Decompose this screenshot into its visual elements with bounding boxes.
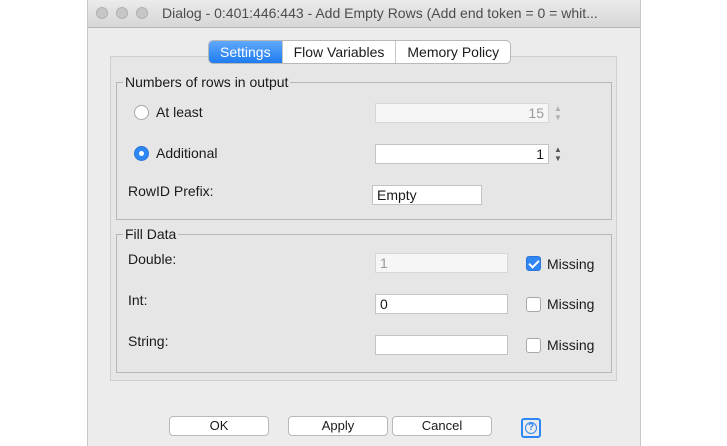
double-missing-checkbox[interactable]: [526, 256, 541, 271]
int-input[interactable]: 0: [375, 294, 508, 314]
minimize-window-button[interactable]: [116, 7, 128, 19]
at-least-input[interactable]: 15: [375, 103, 549, 123]
tab-memory-policy[interactable]: Memory Policy: [395, 41, 510, 63]
help-icon-glyph: ?: [527, 422, 535, 433]
apply-button[interactable]: Apply: [288, 416, 388, 436]
ok-button[interactable]: OK: [169, 416, 269, 436]
spinner-arrows-icon[interactable]: ▲ ▼: [553, 145, 563, 163]
at-least-radio[interactable]: [134, 105, 149, 120]
fill-data-group-title: Fill Data: [125, 226, 177, 242]
int-label: Int:: [128, 292, 148, 308]
additional-radio[interactable]: [134, 146, 149, 161]
title-bar[interactable]: Dialog - 0:401:446:443 - Add Empty Rows …: [88, 0, 640, 28]
rowid-prefix-label: RowID Prefix:: [128, 183, 214, 199]
string-input[interactable]: [375, 335, 508, 355]
double-missing-label: Missing: [547, 256, 595, 272]
tab-bar: Settings Flow Variables Memory Policy: [208, 40, 512, 64]
int-missing-label: Missing: [547, 296, 595, 312]
int-missing-checkbox[interactable]: [526, 297, 541, 312]
additional-label: Additional: [156, 145, 218, 161]
string-missing-checkbox[interactable]: [526, 338, 541, 353]
double-label: Double:: [128, 251, 177, 267]
additional-input[interactable]: 1: [375, 144, 549, 164]
tab-flow-variables[interactable]: Flow Variables: [281, 41, 396, 63]
string-missing-label: Missing: [547, 337, 595, 353]
rowid-prefix-input[interactable]: Empty: [372, 185, 482, 205]
zoom-window-button[interactable]: [136, 7, 148, 19]
window-title: Dialog - 0:401:446:443 - Add Empty Rows …: [162, 5, 598, 21]
spinner-arrows-icon[interactable]: ▲ ▼: [553, 104, 563, 122]
at-least-label: At least: [156, 104, 203, 120]
help-icon[interactable]: ?: [521, 418, 541, 438]
string-label: String:: [128, 333, 169, 349]
close-window-button[interactable]: [96, 7, 108, 19]
rows-group-title: Numbers of rows in output: [125, 74, 289, 90]
tab-settings[interactable]: Settings: [209, 41, 282, 63]
cancel-button[interactable]: Cancel: [392, 416, 492, 436]
double-input[interactable]: 1: [375, 253, 508, 273]
